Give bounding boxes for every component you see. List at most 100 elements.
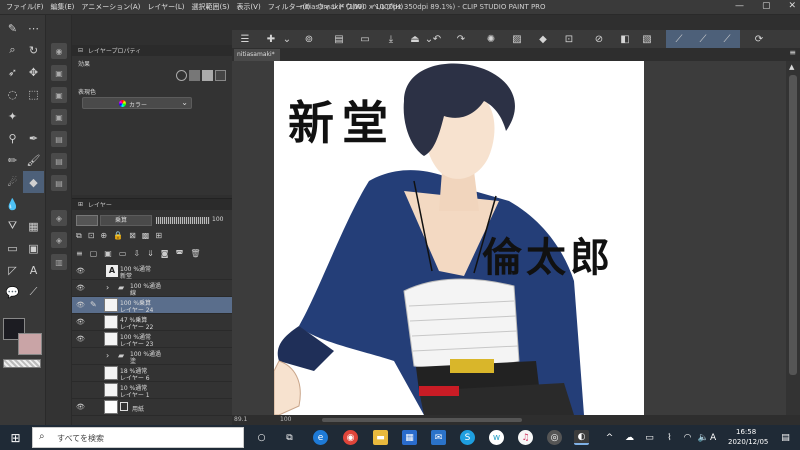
subtool-icon-10[interactable]: ▥: [51, 254, 67, 270]
layer-row-6[interactable]: 18 %通常 レイヤー 6: [72, 365, 232, 382]
magic-wand-icon[interactable]: ✦: [2, 105, 23, 127]
pen-tool-icon[interactable]: ✎: [2, 17, 23, 39]
edge-browser-icon[interactable]: e: [313, 430, 328, 445]
subtool-icon-3[interactable]: ▣: [51, 87, 67, 103]
skype-icon[interactable]: S: [460, 430, 475, 445]
vertical-scrollbar[interactable]: ▲: [786, 61, 800, 415]
undo-icon[interactable]: ↶: [430, 32, 444, 46]
layer-row-paper[interactable]: 👁 用紙: [72, 399, 232, 416]
layer-list-icon[interactable]: ≡: [76, 249, 83, 261]
windows-start-icon[interactable]: ⊞: [8, 430, 23, 445]
eye-icon[interactable]: 👁: [76, 301, 85, 309]
menu-selection[interactable]: 選択範囲(S): [192, 2, 230, 12]
ruler-tool-icon[interactable]: ◸: [2, 259, 23, 281]
eye-icon[interactable]: 👁: [76, 318, 85, 326]
layer-row-24[interactable]: 👁 ✎ 100 %乗算 レイヤー 24: [72, 297, 232, 314]
opacity-value[interactable]: 100: [212, 216, 223, 223]
chevron-down-icon[interactable]: ⌄: [280, 32, 294, 46]
sub-color-swatch[interactable]: [18, 333, 42, 355]
layer-row-paint-folder[interactable]: › ▰ 100 %通過 塗: [72, 348, 232, 365]
export-icon[interactable]: ⏏: [408, 32, 422, 46]
gradient-tool-icon[interactable]: ▦: [23, 215, 44, 237]
maximize-button[interactable]: ▢: [762, 1, 771, 11]
scroll-up-icon[interactable]: ▲: [789, 63, 794, 71]
layer-color-box[interactable]: [76, 215, 98, 226]
subtool-icon-2[interactable]: ▣: [51, 65, 67, 81]
clip-studio-icon[interactable]: ⊚: [302, 32, 316, 46]
transparent-color-swatch[interactable]: [3, 359, 41, 368]
frame-tool-icon[interactable]: ▣: [23, 237, 44, 259]
blend-tool-icon[interactable]: 💧: [2, 193, 23, 215]
airbrush-icon[interactable]: ☄: [2, 171, 23, 193]
snap-ruler-icon[interactable]: ⟋: [672, 32, 686, 46]
subtool-icon-9[interactable]: ◈: [51, 232, 67, 248]
apply-mask-icon[interactable]: ◚: [176, 249, 184, 261]
menu-view[interactable]: 表示(V): [236, 2, 260, 12]
fill-icon[interactable]: ◆: [536, 32, 550, 46]
transfer-down-icon[interactable]: ⇩: [133, 249, 140, 261]
create-mask-icon[interactable]: ◙: [161, 249, 169, 261]
menu-edit[interactable]: 編集(E): [51, 2, 75, 12]
subtool-icon-4[interactable]: ▣: [51, 109, 67, 125]
expression-color-dropdown[interactable]: カラー ⌄: [82, 97, 192, 109]
wifi-icon[interactable]: ◠: [680, 430, 695, 445]
menu-file[interactable]: ファイル(F): [6, 2, 44, 12]
layer-tab[interactable]: レイヤー: [88, 200, 112, 209]
menu-animation[interactable]: アニメーション(A): [81, 2, 140, 12]
w-app-icon[interactable]: w: [489, 430, 504, 445]
subtool-icon-5[interactable]: ▤: [51, 131, 67, 147]
border-effect-icon[interactable]: [176, 70, 187, 81]
reference-layer-icon[interactable]: ⊡: [88, 231, 95, 243]
task-view-icon[interactable]: ⧉: [282, 430, 297, 445]
save-icon[interactable]: ⤓: [384, 32, 398, 46]
delete-layer-icon[interactable]: 🗑: [190, 249, 200, 261]
minimize-button[interactable]: —: [735, 1, 744, 11]
subtool-icon-8[interactable]: ◈: [51, 210, 67, 226]
draft-layer-icon[interactable]: ⊕: [100, 231, 107, 243]
store-icon[interactable]: ▦: [402, 430, 417, 445]
eye-icon[interactable]: 👁: [76, 267, 85, 275]
new-document-icon[interactable]: ▤: [332, 32, 346, 46]
chrome-icon[interactable]: ◉: [343, 430, 358, 445]
lasso-tool-icon[interactable]: ◌: [2, 83, 23, 105]
close-button[interactable]: ✕: [788, 1, 796, 11]
redo-icon[interactable]: ↷: [454, 32, 468, 46]
new-file-icon[interactable]: ✚: [264, 32, 278, 46]
fill-tool-icon[interactable]: ⛛: [2, 215, 23, 237]
layer-row-shindo[interactable]: 👁 A 100 %通常 新堂: [72, 263, 232, 280]
expand-chevron-icon[interactable]: ›: [106, 283, 109, 292]
scroll-thumb[interactable]: [789, 75, 797, 375]
deselect-icon[interactable]: ⊘: [592, 32, 606, 46]
angle-value[interactable]: 100: [280, 416, 291, 423]
options-icon[interactable]: ⋯: [23, 17, 44, 39]
menu-layer[interactable]: レイヤー(L): [147, 2, 184, 12]
invert-selection-icon[interactable]: ◧: [618, 32, 632, 46]
correct-line-tool-icon[interactable]: ⟋: [23, 281, 44, 303]
clear-icon[interactable]: ✺: [484, 32, 498, 46]
open-folder-icon[interactable]: ▭: [358, 32, 372, 46]
lock-icon[interactable]: 🔒: [113, 231, 123, 243]
tab-menu-icon[interactable]: ≡: [789, 48, 796, 57]
opacity-slider[interactable]: [156, 217, 210, 224]
file-explorer-icon[interactable]: ▬: [373, 430, 388, 445]
volume-icon[interactable]: 🔈: [696, 430, 711, 445]
network-icon[interactable]: ⌇: [662, 430, 677, 445]
tray-chevron-icon[interactable]: ^: [602, 430, 617, 445]
drawing-canvas[interactable]: 新堂 倫太郎: [274, 61, 644, 415]
horizontal-scrollbar[interactable]: [322, 418, 522, 422]
layer-property-tab[interactable]: レイヤープロパティ: [88, 46, 141, 55]
layer-row-23[interactable]: 👁 100 %通常 レイヤー 23: [72, 331, 232, 348]
music-app-icon[interactable]: ♫: [518, 430, 533, 445]
new-folder-icon[interactable]: ▭: [119, 249, 127, 261]
move-tool-icon[interactable]: ✥: [23, 61, 44, 83]
text-tool-icon[interactable]: A: [23, 259, 44, 281]
marquee-tool-icon[interactable]: ⬚: [23, 83, 44, 105]
ime-indicator[interactable]: A: [710, 433, 716, 443]
eye-icon[interactable]: 👁: [76, 335, 85, 343]
zoom-value[interactable]: 89.1: [234, 416, 247, 423]
rotate-tool-icon[interactable]: ↻: [23, 39, 44, 61]
layer-row-line-folder[interactable]: 👁 › ▰ 100 %通過 線: [72, 280, 232, 297]
expand-chevron-icon[interactable]: ›: [106, 351, 109, 360]
clear-outside-icon[interactable]: ▨: [510, 32, 524, 46]
document-tab[interactable]: nitiasamaki*: [234, 49, 280, 61]
